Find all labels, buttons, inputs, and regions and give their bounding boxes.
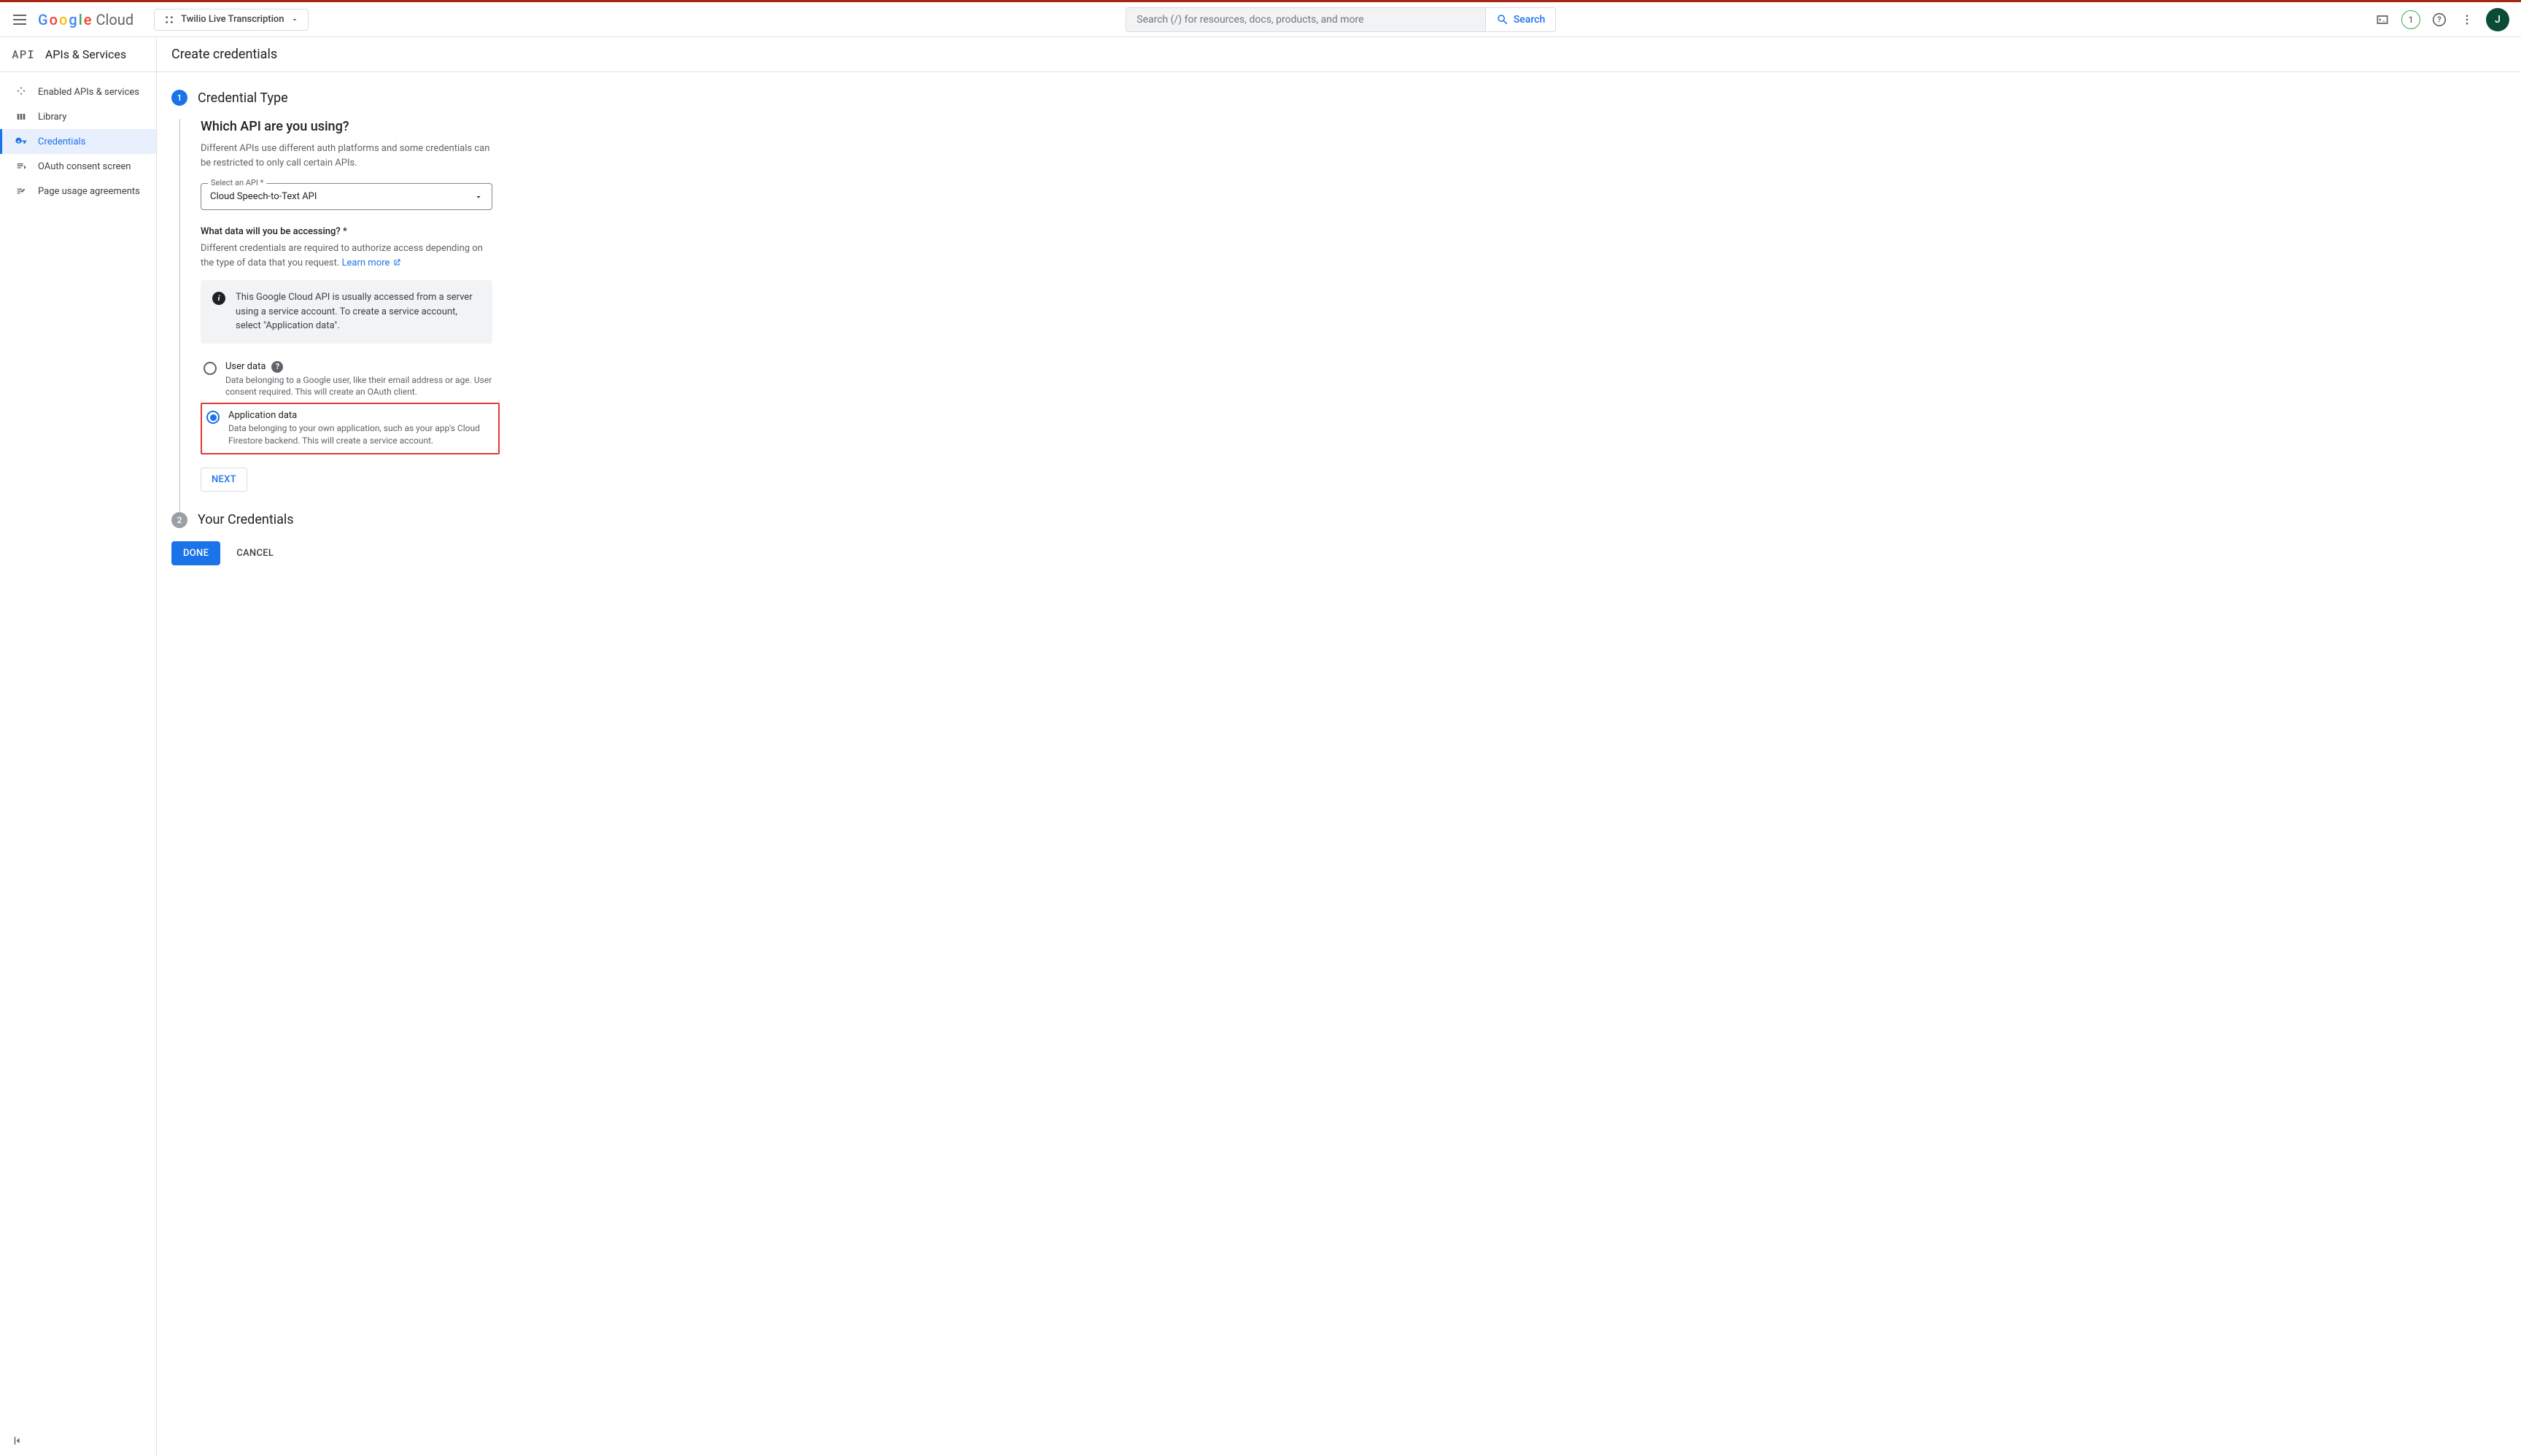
radio-application-data[interactable]: Application data Data belonging to your … <box>201 403 500 454</box>
radio-user-data[interactable]: User data ? Data belonging to a Google u… <box>201 357 500 403</box>
step-2-title: Your Credentials <box>198 512 294 527</box>
api-field-label: Select an API * <box>208 178 266 187</box>
avatar[interactable]: J <box>2486 8 2509 31</box>
menu-icon[interactable] <box>12 11 29 28</box>
sidebar-item-credentials[interactable]: Credentials <box>0 129 156 154</box>
sidebar: Enabled APIs & services Library Credenti… <box>0 72 157 1456</box>
agreement-icon <box>15 185 28 197</box>
learn-more-link[interactable]: Learn more <box>342 257 401 268</box>
collapse-sidebar-icon[interactable] <box>12 1434 25 1447</box>
info-icon: i <box>212 292 225 305</box>
sidebar-item-oauth[interactable]: OAuth consent screen <box>0 154 156 179</box>
help-icon[interactable]: ? <box>271 361 283 373</box>
chevron-down-icon <box>290 15 299 24</box>
data-helper-text: Different credentials are required to au… <box>201 241 492 270</box>
radio-label: Application data <box>228 410 494 421</box>
project-name: Twilio Live Transcription <box>181 14 284 25</box>
api-selected-value: Cloud Speech-to-Text API <box>210 191 317 202</box>
sidebar-item-label: Enabled APIs & services <box>38 87 139 98</box>
help-icon[interactable]: ? <box>2431 11 2448 28</box>
more-icon[interactable] <box>2458 11 2476 28</box>
data-access-radio-group: User data ? Data belonging to a Google u… <box>201 357 500 454</box>
notifications-badge[interactable]: 1 <box>2401 10 2420 29</box>
info-box: i This Google Cloud API is usually acces… <box>201 280 492 344</box>
search-icon <box>1496 13 1509 26</box>
cancel-button[interactable]: CANCEL <box>228 541 282 565</box>
next-button[interactable]: NEXT <box>201 468 247 492</box>
sidebar-item-label: Page usage agreements <box>38 186 140 197</box>
library-icon <box>15 111 28 123</box>
radio-icon <box>206 411 220 424</box>
data-question: What data will you be accessing? * <box>201 226 697 237</box>
search-input[interactable] <box>1126 8 1485 31</box>
project-icon <box>163 14 175 26</box>
main-content: 1 Credential Type Which API are you usin… <box>157 72 711 1456</box>
api-icon: API <box>12 47 35 62</box>
page-title: Create credentials <box>157 37 277 71</box>
section-title: APIs & Services <box>45 47 126 61</box>
oauth-icon <box>15 160 28 172</box>
radio-label: User data <box>225 361 266 372</box>
radio-icon <box>204 362 217 375</box>
step-2-badge: 2 <box>171 512 187 528</box>
google-cloud-logo[interactable]: Google Cloud <box>38 11 133 28</box>
top-header: Google Cloud Twilio Live Transcription S… <box>0 2 2521 37</box>
info-text: This Google Cloud API is usually accesse… <box>236 290 481 333</box>
sidebar-item-label: Credentials <box>38 136 85 147</box>
radio-description: Data belonging to a Google user, like th… <box>225 374 497 399</box>
sidebar-item-library[interactable]: Library <box>0 104 156 129</box>
sidebar-item-enabled-apis[interactable]: Enabled APIs & services <box>0 80 156 104</box>
sidebar-item-label: OAuth consent screen <box>38 161 131 172</box>
sidebar-item-label: Library <box>38 112 66 123</box>
subheader: API APIs & Services Create credentials <box>0 37 2521 72</box>
step-1-badge: 1 <box>171 90 187 106</box>
project-selector[interactable]: Twilio Live Transcription <box>154 9 308 31</box>
step-1-title: Credential Type <box>198 90 288 106</box>
chevron-down-icon <box>474 193 483 201</box>
search-bar: Search <box>1126 7 1556 32</box>
sidebar-item-page-usage[interactable]: Page usage agreements <box>0 179 156 204</box>
enabled-apis-icon <box>15 86 28 98</box>
search-button[interactable]: Search <box>1485 8 1555 31</box>
cloud-shell-icon[interactable] <box>2374 11 2391 28</box>
svg-text:?: ? <box>2437 15 2441 24</box>
api-question: Which API are you using? <box>201 119 697 134</box>
key-icon <box>15 136 28 147</box>
api-helper-text: Different APIs use different auth platfo… <box>201 142 492 170</box>
done-button[interactable]: DONE <box>171 541 220 565</box>
radio-description: Data belonging to your own application, … <box>228 422 494 447</box>
